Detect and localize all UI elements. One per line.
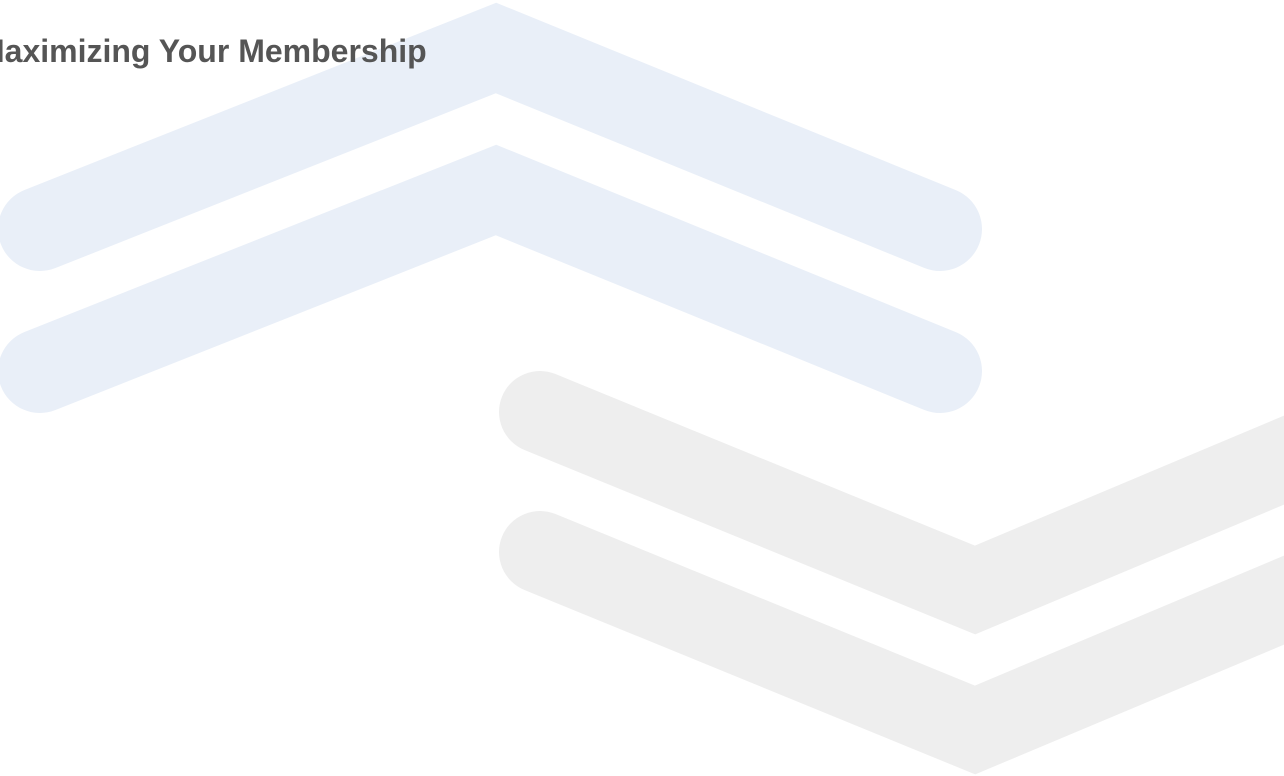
slide-title: Maximizing Your Membership <box>0 33 427 69</box>
slide-page: Maximizing Your Membership <box>0 0 1284 776</box>
decorative-chevron-graphic <box>0 2 1284 775</box>
